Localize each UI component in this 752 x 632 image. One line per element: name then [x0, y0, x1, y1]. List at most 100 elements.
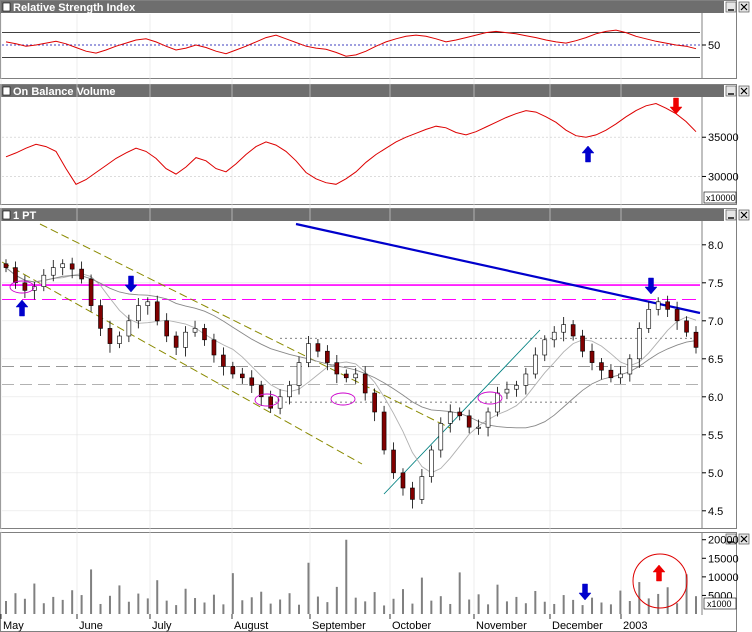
month-label: November — [476, 620, 527, 632]
volume-tick-label: 20000 — [708, 535, 739, 547]
obv-close-button[interactable] — [738, 85, 750, 97]
candle-down — [249, 377, 255, 386]
price-tick-label: 8.0 — [708, 240, 723, 252]
candle-down — [372, 392, 377, 413]
price-tick-label: 7.5 — [708, 278, 723, 290]
candle-down — [457, 411, 462, 417]
candle-down — [79, 268, 84, 280]
technical-chart: Relative Strength Index On Balance Volum… — [0, 0, 750, 632]
price-panel-frame — [0, 208, 737, 529]
candle-up — [429, 449, 434, 477]
month-label: August — [234, 620, 268, 632]
rsi-panel-title: Relative Strength Index — [13, 2, 136, 14]
month-label: June — [79, 620, 103, 632]
candle-down — [221, 354, 226, 367]
month-label: May — [3, 620, 24, 632]
candle-up — [618, 373, 623, 379]
candle-down — [466, 415, 472, 428]
volume-panel-frame — [0, 532, 737, 632]
candle-down — [580, 335, 585, 352]
candle-down — [164, 320, 169, 337]
candle-down — [3, 263, 9, 268]
candle-up — [447, 411, 453, 424]
candle-up — [50, 267, 56, 276]
month-label: October — [392, 620, 431, 632]
candle-down — [173, 335, 179, 348]
volume-close-button[interactable] — [738, 533, 750, 545]
candle-down — [391, 449, 396, 474]
obv-panel-frame — [0, 84, 737, 205]
volume-unit-label: x1000 — [707, 599, 732, 609]
candle-up — [126, 320, 132, 337]
candle-up — [117, 335, 122, 344]
obv-panel-icon — [2, 86, 11, 96]
candle-down — [211, 339, 217, 356]
candle-up — [192, 328, 198, 333]
candle-up — [523, 373, 529, 386]
month-label: December — [552, 620, 603, 632]
month-label: September — [312, 620, 366, 632]
candle-down — [334, 362, 340, 375]
candle-down — [88, 278, 94, 306]
candle-down — [362, 373, 368, 394]
candle-down — [98, 305, 103, 329]
month-label: 2003 — [623, 620, 647, 632]
candle-down — [693, 331, 699, 348]
rsi-minimize-button[interactable] — [725, 1, 737, 13]
price-tick-label: 5.0 — [708, 468, 723, 480]
candle-down — [684, 320, 689, 333]
candle-down — [400, 472, 406, 489]
price-tick-label: 4.5 — [708, 506, 723, 518]
price-minimize-button[interactable] — [725, 209, 737, 221]
rsi-panel-icon — [2, 2, 11, 12]
price-tick-label: 7.0 — [708, 316, 723, 328]
candle-up — [646, 309, 652, 329]
candle-up — [636, 328, 642, 360]
candle-down — [69, 263, 75, 270]
candle-down — [570, 324, 576, 337]
candle-up — [296, 362, 302, 386]
price-tick-label: 5.5 — [708, 430, 723, 442]
candle-down — [343, 373, 349, 379]
candle-down — [589, 350, 595, 363]
candle-up — [136, 305, 141, 322]
price-panel-icon — [2, 210, 11, 220]
candle-up — [561, 324, 566, 333]
candle-up — [287, 385, 292, 398]
candle-up — [438, 423, 444, 451]
candle-up — [41, 274, 47, 287]
obv-panel-title: On Balance Volume — [13, 86, 116, 98]
candle-down — [315, 343, 321, 352]
candle-down — [22, 282, 28, 291]
price-header-bar — [1, 209, 724, 221]
candle-up — [485, 411, 491, 428]
candle-down — [674, 309, 680, 322]
candle-down — [107, 328, 113, 344]
obv-minimize-button[interactable] — [725, 85, 737, 97]
obv-tick-label: 30000 — [708, 171, 739, 183]
candle-down — [410, 487, 415, 500]
candle-up — [504, 388, 510, 394]
candle-up — [419, 476, 425, 500]
candle-down — [202, 328, 207, 341]
candle-down — [665, 301, 670, 310]
candle-up — [542, 339, 548, 356]
candle-up — [353, 373, 359, 379]
candle-down — [268, 396, 273, 409]
price-tick-label: 6.5 — [708, 354, 723, 366]
obv-unit-label: x10000 — [706, 193, 736, 203]
candle-down — [608, 369, 614, 379]
rsi-close-button[interactable] — [738, 1, 750, 13]
volume-tick-label: 15000 — [708, 553, 739, 565]
candle-down — [381, 411, 387, 451]
candle-down — [325, 350, 330, 363]
month-label: July — [152, 620, 172, 632]
candle-up — [60, 263, 66, 268]
candle-down — [240, 373, 245, 379]
candle-up — [627, 358, 633, 375]
price-close-button[interactable] — [738, 209, 750, 221]
candle-up — [306, 343, 311, 363]
candle-up — [514, 385, 519, 390]
candle-down — [599, 362, 604, 371]
obv-tick-label: 35000 — [708, 132, 739, 144]
